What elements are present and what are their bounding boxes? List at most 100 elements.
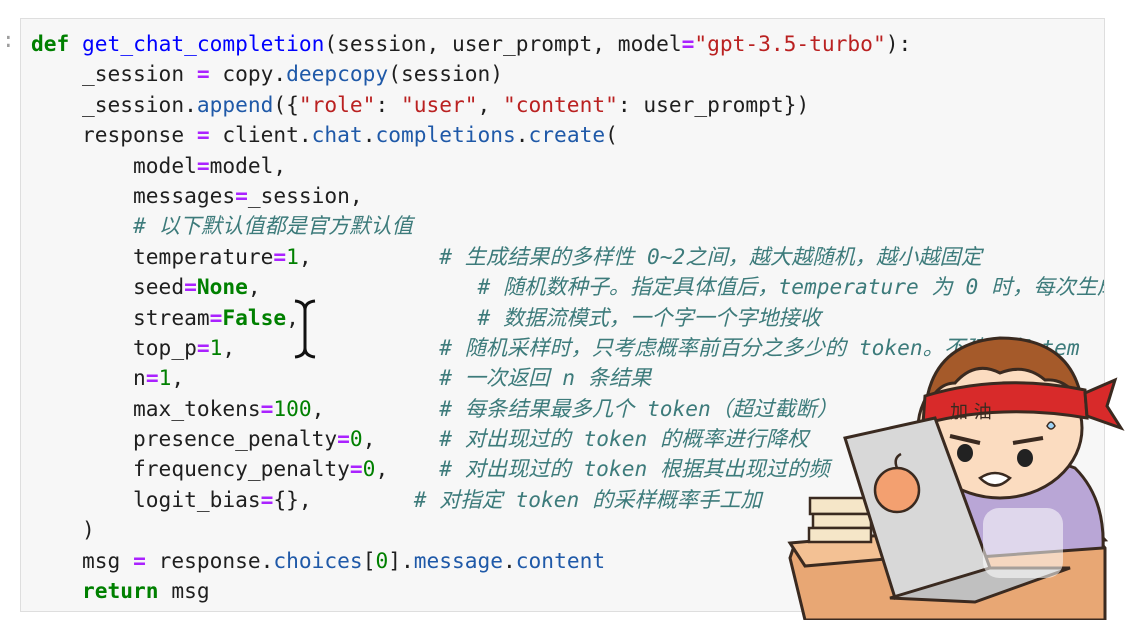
code-token: append xyxy=(196,91,274,117)
code-token: ): xyxy=(885,31,912,56)
code-token: get_chat_completion xyxy=(82,31,325,56)
code-token: msg xyxy=(158,578,210,604)
code-token: , xyxy=(362,426,440,452)
code-token: stream xyxy=(31,304,210,330)
headband-label: 加 油 xyxy=(950,402,992,423)
code-token: = xyxy=(196,334,210,360)
code-token: = xyxy=(196,122,210,148)
code-token: model, xyxy=(209,152,287,178)
code-token: temperature xyxy=(31,243,274,269)
code-token: # 每条结果最多几个 token（超过截断） xyxy=(439,395,838,421)
code-token: , xyxy=(298,486,414,512)
code-token: , xyxy=(171,365,440,391)
code-token: "user" xyxy=(400,91,478,117)
text-cursor-icon xyxy=(294,299,316,359)
code-token: = xyxy=(349,456,363,482)
code-token: ]. xyxy=(388,547,414,573)
code-token: = xyxy=(196,61,210,87)
code-token: message xyxy=(413,547,504,573)
code-token: _session, xyxy=(247,182,363,208)
code-token: def xyxy=(31,31,70,56)
code-token: "content" xyxy=(503,91,618,117)
code-token: # 对出现过的 token 的概率进行降权 xyxy=(439,426,809,452)
code-token: , xyxy=(298,243,440,269)
code-token: : user_prompt xyxy=(617,91,784,117)
code-token: 1 xyxy=(209,334,223,360)
code-token: logit_bias xyxy=(31,486,261,512)
cartoon-mascot-icon: 加 油 xyxy=(787,336,1125,620)
code-token: 1 xyxy=(286,243,299,269)
code-token: = xyxy=(184,274,197,300)
code-line: model=model, xyxy=(31,151,1104,181)
code-token: msg xyxy=(31,547,134,573)
code-token: = xyxy=(209,304,223,330)
code-token: (session, user_prompt, model xyxy=(324,31,682,56)
code-token: # 一次返回 n 条结果 xyxy=(439,365,652,391)
code-token: return xyxy=(82,578,159,604)
code-token: , xyxy=(247,274,478,300)
code-token: create xyxy=(528,122,606,148)
code-token: [ xyxy=(362,547,376,573)
code-token: = xyxy=(133,547,146,573)
code-token: max_tokens xyxy=(31,395,261,421)
code-token: frequency_penalty xyxy=(31,456,350,482)
code-token: ( xyxy=(605,122,618,148)
code-token: , xyxy=(375,456,440,482)
code-token: , xyxy=(222,334,440,360)
code-token: 100 xyxy=(273,395,312,421)
code-token: _session xyxy=(31,61,197,87)
code-line: # 以下默认值都是官方默认值 xyxy=(31,211,1104,241)
code-token: (session) xyxy=(388,61,504,87)
code-token: copy. xyxy=(209,61,287,87)
code-token: } xyxy=(783,91,797,117)
code-token: completions xyxy=(375,122,516,148)
code-token: # 数据流模式，一个字一个字地接收 xyxy=(477,304,821,330)
code-token: , xyxy=(477,91,504,117)
code-line: _session = copy.deepcopy(session) xyxy=(31,59,1104,89)
code-token: , xyxy=(311,395,440,421)
code-token: { xyxy=(286,91,299,117)
code-token: choices xyxy=(273,547,363,573)
code-token: = xyxy=(260,395,274,421)
code-line: seed=None, # 随机数种子。指定具体值后，temperature 为 … xyxy=(31,272,1105,302)
code-token: ) xyxy=(31,517,95,543)
code-token: response. xyxy=(145,547,274,573)
code-token: client. xyxy=(209,122,312,148)
code-token: = xyxy=(337,426,350,452)
code-token: # 随机数种子。指定具体值后，temperature 为 0 时，每次生成 xyxy=(477,274,1105,300)
code-line: _session.append({"role": "user", "conten… xyxy=(31,90,1104,120)
code-token: 0 xyxy=(375,547,389,573)
code-token: None xyxy=(196,274,248,300)
code-token: n xyxy=(31,365,146,391)
code-token: content xyxy=(515,547,606,573)
code-token: deepcopy xyxy=(286,61,389,87)
code-token: # 对指定 token 的采样概率手工加 xyxy=(413,486,762,512)
code-token: {} xyxy=(273,486,299,512)
code-line: temperature=1, # 生成结果的多样性 0~2之间，越大越随机，越小… xyxy=(31,242,1104,272)
code-token: "role" xyxy=(298,91,376,117)
cell-prompt-marker: : xyxy=(2,28,15,52)
code-token: = xyxy=(260,486,274,512)
code-token: chat xyxy=(311,122,363,148)
code-token: = xyxy=(145,365,159,391)
code-token: model xyxy=(31,152,197,178)
code-token: = xyxy=(681,31,695,56)
code-line: response = client.chat.completions.creat… xyxy=(31,120,1104,150)
code-token: False xyxy=(222,304,287,330)
code-token: . xyxy=(503,547,516,573)
code-token: # 以下默认值都是官方默认值 xyxy=(133,213,413,239)
code-token: _session. xyxy=(31,91,197,117)
code-token: # 对出现过的 token 根据其出现过的频 xyxy=(439,456,830,482)
code-token: . xyxy=(515,122,529,148)
code-line: def get_chat_completion(session, user_pr… xyxy=(31,29,1104,59)
code-token: 0 xyxy=(349,426,363,452)
code-token: 1 xyxy=(158,365,172,391)
code-token: . xyxy=(362,122,376,148)
code-token: # 生成结果的多样性 0~2之间，越大越随机，越小越固定 xyxy=(439,243,982,269)
code-token: messages xyxy=(31,182,236,208)
code-token: presence_penalty xyxy=(31,426,338,452)
code-token: "gpt-3.5-turbo" xyxy=(694,31,886,56)
